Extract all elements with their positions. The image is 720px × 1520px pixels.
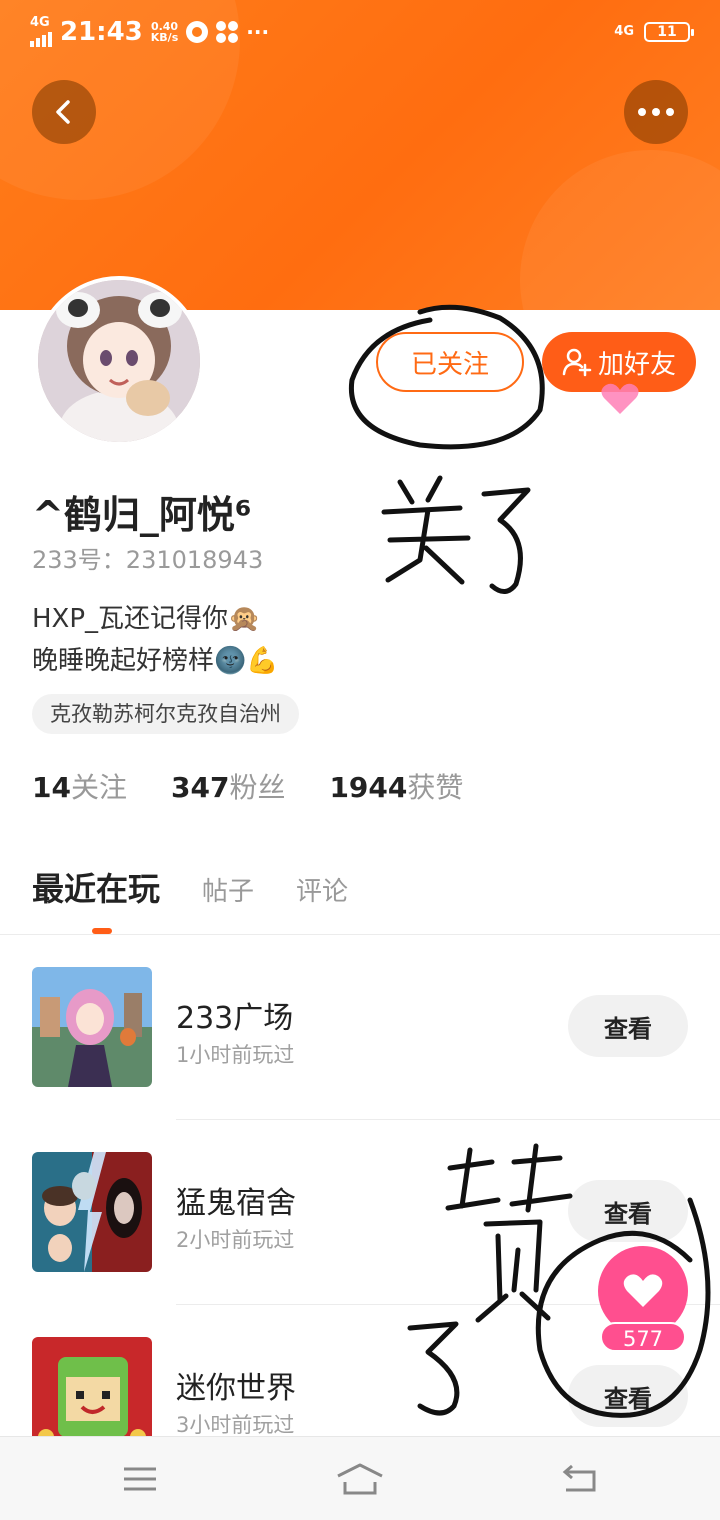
game-name: 233广场 (176, 1001, 294, 1036)
clock: 21:43 (60, 17, 143, 47)
view-button[interactable]: 查看 (568, 1180, 688, 1242)
game-thumbnail (32, 967, 152, 1087)
tab-recently-played[interactable]: 最近在玩 (32, 864, 160, 910)
stat-value: 1944 (329, 771, 408, 804)
back-button[interactable] (32, 80, 96, 144)
menu-button[interactable] (110, 1459, 170, 1499)
game-name: 迷你世界 (176, 1371, 296, 1406)
signal-bars-icon (30, 29, 52, 47)
network-type: 4G (30, 15, 50, 30)
signal-indicator: 4G (30, 15, 52, 47)
avatar-image (38, 280, 200, 442)
banner-decoration (520, 150, 720, 310)
tab-posts[interactable]: 帖子 (202, 871, 254, 908)
return-button[interactable] (550, 1459, 610, 1499)
stat-value: 14 (32, 771, 71, 804)
list-item[interactable]: 233广场 1小时前玩过 查看 (0, 967, 720, 1087)
stat-fans[interactable]: 347粉丝 (171, 766, 285, 806)
user-id: 233号：231018943 (32, 546, 264, 574)
stat-label: 关注 (70, 771, 127, 804)
stat-label: 粉丝 (229, 771, 286, 804)
notification-icon (186, 21, 209, 43)
stats-row: 14关注 347粉丝 1944获赞 (32, 766, 463, 806)
handwritten-char (381, 475, 471, 585)
battery-level: 11 (657, 24, 677, 40)
divider (176, 1119, 720, 1120)
game-played-time: 2小时前玩过 (176, 1228, 295, 1252)
menu-icon (124, 1467, 156, 1491)
more-notifications: ··· (246, 20, 270, 44)
home-icon (337, 1463, 383, 1495)
stat-label: 获赞 (407, 771, 464, 804)
stat-following[interactable]: 14关注 (32, 766, 127, 806)
pink-heart-sticker-icon (601, 383, 639, 414)
game-thumbnail (32, 1152, 152, 1272)
list-item[interactable]: 猛鬼宿舍 2小时前玩过 查看 (0, 1152, 720, 1272)
view-button[interactable]: 查看 (568, 995, 688, 1057)
stat-likes[interactable]: 1944获赞 (329, 766, 463, 806)
return-icon (562, 1464, 596, 1492)
handwritten-char (481, 487, 531, 594)
system-nav-bar (0, 1436, 720, 1520)
add-user-icon (562, 348, 592, 377)
game-played-time: 3小时前玩过 (176, 1413, 295, 1437)
battery-icon: 11 (644, 22, 694, 42)
net-speed-unit: KB/s (150, 31, 179, 44)
status-bar: 4G 21:43 0.40 KB/s ··· 4G 11 (30, 14, 694, 50)
back-icon (56, 100, 70, 124)
followed-button[interactable]: 已关注 (376, 332, 524, 392)
heart-icon (623, 1274, 663, 1307)
username: ^鹤归_阿悦⁶ (32, 493, 252, 537)
game-name: 猛鬼宿舍 (176, 1186, 296, 1221)
header-banner: 4G 21:43 0.40 KB/s ··· 4G 11 (0, 0, 720, 310)
game-played-time: 1小时前玩过 (176, 1043, 295, 1067)
more-icon (638, 108, 674, 116)
right-network-type: 4G (614, 24, 634, 39)
add-friend-label: 加好友 (597, 349, 676, 380)
bio: HXP_瓦还记得你🙊 晚睡晚起好榜样🌚💪 (32, 598, 279, 682)
bio-line: 晚睡晚起好榜样🌚💪 (32, 646, 279, 676)
like-count: 577 (600, 1322, 686, 1352)
more-button[interactable] (624, 80, 688, 144)
game-image (32, 967, 152, 1087)
game-image (32, 1152, 152, 1272)
tab-comments[interactable]: 评论 (296, 871, 348, 908)
region-tag: 克孜勒苏柯尔克孜自治州 (32, 694, 299, 734)
avatar[interactable] (34, 276, 204, 446)
app-notification-icon (216, 21, 239, 43)
home-button[interactable] (330, 1459, 390, 1499)
view-button[interactable]: 查看 (568, 1365, 688, 1427)
followed-label: 已关注 (410, 349, 489, 380)
tab-bar: 最近在玩 帖子 评论 (32, 864, 348, 910)
bio-line: HXP_瓦还记得你🙊 (32, 604, 261, 634)
net-speed: 0.40 KB/s (151, 21, 178, 43)
stat-value: 347 (170, 771, 230, 804)
tab-divider (0, 934, 720, 935)
